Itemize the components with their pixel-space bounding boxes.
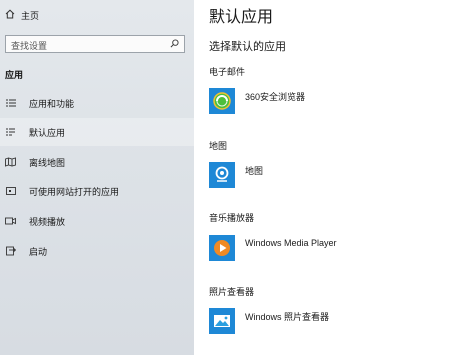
category-label-music: 音乐播放器 (209, 214, 255, 224)
default-app-email[interactable]: 360安全浏览器 (209, 88, 305, 114)
home-label: 主页 (21, 12, 40, 22)
sidebar-item-label: 应用和功能 (29, 99, 75, 110)
section-title-apps: 应用 (5, 71, 24, 81)
default-app-photos[interactable]: Windows 照片查看器 (209, 308, 329, 334)
sidebar-item-label: 离线地图 (29, 158, 66, 169)
photo-viewer-icon (209, 308, 235, 334)
home-link[interactable]: 主页 (5, 9, 39, 22)
media-player-icon (209, 235, 235, 261)
app-name: 360安全浏览器 (245, 91, 306, 102)
search-placeholder: 查找设置 (11, 42, 48, 52)
startup-icon (5, 246, 16, 257)
website-apps-icon (5, 186, 16, 197)
maps-app-icon (209, 162, 235, 188)
app-name: 地图 (245, 165, 264, 176)
sidebar: 主页 查找设置 应用 应用和功能 默认应用 离线地图 可使用网站打开的应用 视频… (0, 0, 194, 355)
sidebar-item-label: 默认应用 (29, 128, 66, 139)
sidebar-item-website-apps[interactable]: 可使用网站打开的应用 (0, 177, 194, 205)
page-subtitle: 选择默认的应用 (209, 40, 286, 53)
category-label-email: 电子邮件 (209, 68, 246, 78)
home-icon (5, 9, 15, 22)
default-app-music[interactable]: Windows Media Player (209, 235, 337, 261)
app-name: Windows 照片查看器 (245, 311, 330, 322)
map-icon (5, 157, 16, 168)
category-label-maps: 地图 (209, 142, 228, 152)
default-apps-icon (5, 127, 16, 138)
default-app-maps[interactable]: 地图 (209, 162, 263, 188)
main-content: 默认应用 选择默认的应用 电子邮件 360安全浏览器 地图 地图 音乐播放器 W… (194, 0, 450, 355)
sidebar-item-apps-features[interactable]: 应用和功能 (0, 89, 194, 117)
sidebar-item-offline-maps[interactable]: 离线地图 (0, 148, 194, 176)
sidebar-item-label: 视频播放 (29, 217, 66, 228)
search-input[interactable]: 查找设置 (5, 35, 185, 53)
sidebar-item-video-playback[interactable]: 视频播放 (0, 207, 194, 235)
page-title: 默认应用 (209, 7, 274, 26)
sidebar-item-label: 可使用网站打开的应用 (29, 187, 120, 198)
360-browser-icon (209, 88, 235, 114)
video-icon (5, 216, 16, 227)
sidebar-item-startup[interactable]: 启动 (0, 237, 194, 265)
sidebar-item-label: 启动 (29, 247, 48, 258)
sidebar-item-default-apps[interactable]: 默认应用 (0, 118, 194, 146)
app-name: Windows Media Player (245, 238, 337, 248)
category-label-photos: 照片查看器 (209, 288, 255, 298)
list-icon (5, 98, 16, 109)
search-icon[interactable] (170, 39, 179, 48)
